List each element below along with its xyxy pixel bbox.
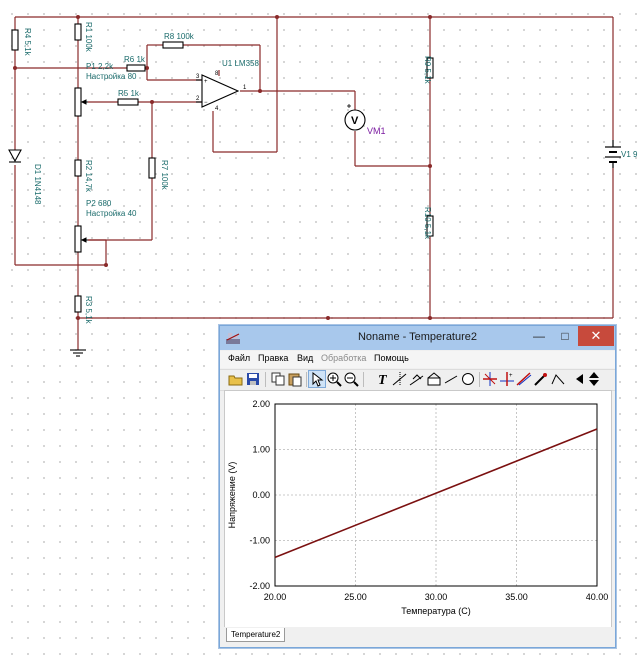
- probe-icon[interactable]: [533, 371, 549, 387]
- toolbar: T +: [220, 369, 615, 391]
- x-axis-label: Температура (C): [401, 606, 471, 616]
- label-u1: U1 LM358: [222, 59, 259, 68]
- x-tick-label: 30.00: [425, 592, 448, 602]
- close-button[interactable]: ✕: [578, 326, 614, 346]
- svg-text:V: V: [351, 115, 359, 127]
- label-vm1: VM1: [367, 126, 386, 136]
- line-icon[interactable]: [443, 371, 459, 387]
- title-bar[interactable]: Noname - Temperature2 — □ ✕: [220, 326, 615, 350]
- pin-4: 4: [215, 106, 219, 112]
- resistor-r7: [148, 157, 156, 179]
- label-p2: P2 680: [86, 199, 112, 208]
- resistor-r4: [11, 29, 19, 51]
- y-tick-label: 2.00: [252, 399, 270, 409]
- resistor-r5: [117, 98, 139, 106]
- opamp-u1: [196, 74, 240, 108]
- resistor-r3: [74, 295, 82, 313]
- x-tick-label: 35.00: [505, 592, 528, 602]
- label-r5: R5 1k: [118, 89, 140, 98]
- menu-edit[interactable]: Правка: [258, 353, 288, 363]
- label-r8: R8 100k: [164, 32, 195, 41]
- cursor-a-icon[interactable]: [392, 371, 408, 387]
- resistor-r6: [126, 64, 146, 72]
- label-v1: V1 9: [621, 150, 638, 159]
- cursor-b-icon[interactable]: [409, 371, 425, 387]
- pin-2: 2: [196, 96, 200, 102]
- y-tick-label: -1.00: [249, 536, 270, 546]
- tab-bar: Temperature2: [220, 627, 615, 646]
- pin-minus: −: [204, 100, 208, 106]
- y-axis-label: Напряжение (V): [227, 462, 237, 529]
- marker-a-icon[interactable]: [482, 371, 498, 387]
- ground-symbol: [70, 349, 86, 357]
- maximize-button[interactable]: □: [551, 326, 579, 346]
- plot-area[interactable]: 20.00 25.00 30.00 35.00 40.00 2.00 1.00 0.00 -1.…: [224, 390, 612, 628]
- label-r7: R7 100k: [160, 160, 169, 191]
- menu-process[interactable]: Обработка: [321, 353, 366, 363]
- x-tick-label: 25.00: [344, 592, 367, 602]
- resistor-r8: [162, 41, 184, 49]
- label-r4: R4 5,1k: [23, 28, 32, 57]
- menu-help[interactable]: Помощь: [374, 353, 409, 363]
- potentiometer-p1: [74, 87, 82, 117]
- marker-b-icon[interactable]: +: [499, 371, 515, 387]
- svg-text:+: +: [509, 373, 513, 379]
- label-r2: R2 14,7k: [84, 160, 93, 193]
- zoom-out-icon[interactable]: [343, 371, 359, 387]
- label-r3: R3 5,1k: [84, 296, 93, 325]
- cursor-c-icon[interactable]: [426, 371, 442, 387]
- battery-v1: [605, 140, 621, 168]
- graph-window: Noname - Temperature2 — □ ✕ Файл Правка …: [219, 325, 616, 648]
- resistor-r2: [74, 159, 82, 177]
- resistor-r1: [74, 23, 82, 41]
- label-p2-setting: Настройка 40: [86, 209, 137, 218]
- pointer-icon[interactable]: [308, 370, 326, 388]
- menu-file[interactable]: Файл: [228, 353, 250, 363]
- paste-icon[interactable]: [287, 371, 303, 387]
- line-chart: 20.00 25.00 30.00 35.00 40.00 2.00 1.00 0.00 -1.…: [227, 399, 609, 616]
- arrow-updown-icon[interactable]: [586, 371, 602, 387]
- label-r10: R10 5,1k: [423, 207, 432, 240]
- ellipse-icon[interactable]: [460, 371, 476, 387]
- label-p1-setting: Настройка 80: [86, 72, 137, 81]
- save-icon[interactable]: [245, 371, 261, 387]
- minimize-button[interactable]: —: [525, 326, 553, 346]
- x-tick-label: 20.00: [264, 592, 287, 602]
- label-d1: D1 1N4148: [33, 164, 42, 205]
- y-tick-label: -2.00: [249, 581, 270, 591]
- text-icon[interactable]: T: [375, 371, 391, 387]
- marker-c-icon[interactable]: [516, 371, 532, 387]
- curve-icon[interactable]: [550, 371, 566, 387]
- potentiometer-p2: [74, 225, 82, 253]
- open-icon[interactable]: [228, 371, 244, 387]
- menu-view[interactable]: Вид: [297, 353, 313, 363]
- tab-temperature2[interactable]: Temperature2: [226, 628, 286, 642]
- zoom-in-icon[interactable]: [326, 371, 342, 387]
- x-tick-label: 40.00: [586, 592, 609, 602]
- label-p1: P1 2,2k: [86, 62, 114, 71]
- copy-icon[interactable]: [270, 371, 286, 387]
- y-tick-label: 0.00: [252, 490, 270, 500]
- diode-d1: [8, 149, 22, 163]
- menu-bar: Файл Правка Вид Обработка Помощь: [220, 351, 615, 368]
- label-r6: R6 1k: [124, 55, 146, 64]
- y-tick-label: 1.00: [252, 445, 270, 455]
- svg-text:T: T: [378, 373, 388, 387]
- pin-1: 1: [243, 85, 247, 91]
- label-r9: R9 5,1k: [423, 56, 432, 85]
- label-r1: R1 100k: [84, 22, 93, 53]
- pin-3: 3: [196, 74, 200, 80]
- pin-plus: +: [204, 79, 208, 85]
